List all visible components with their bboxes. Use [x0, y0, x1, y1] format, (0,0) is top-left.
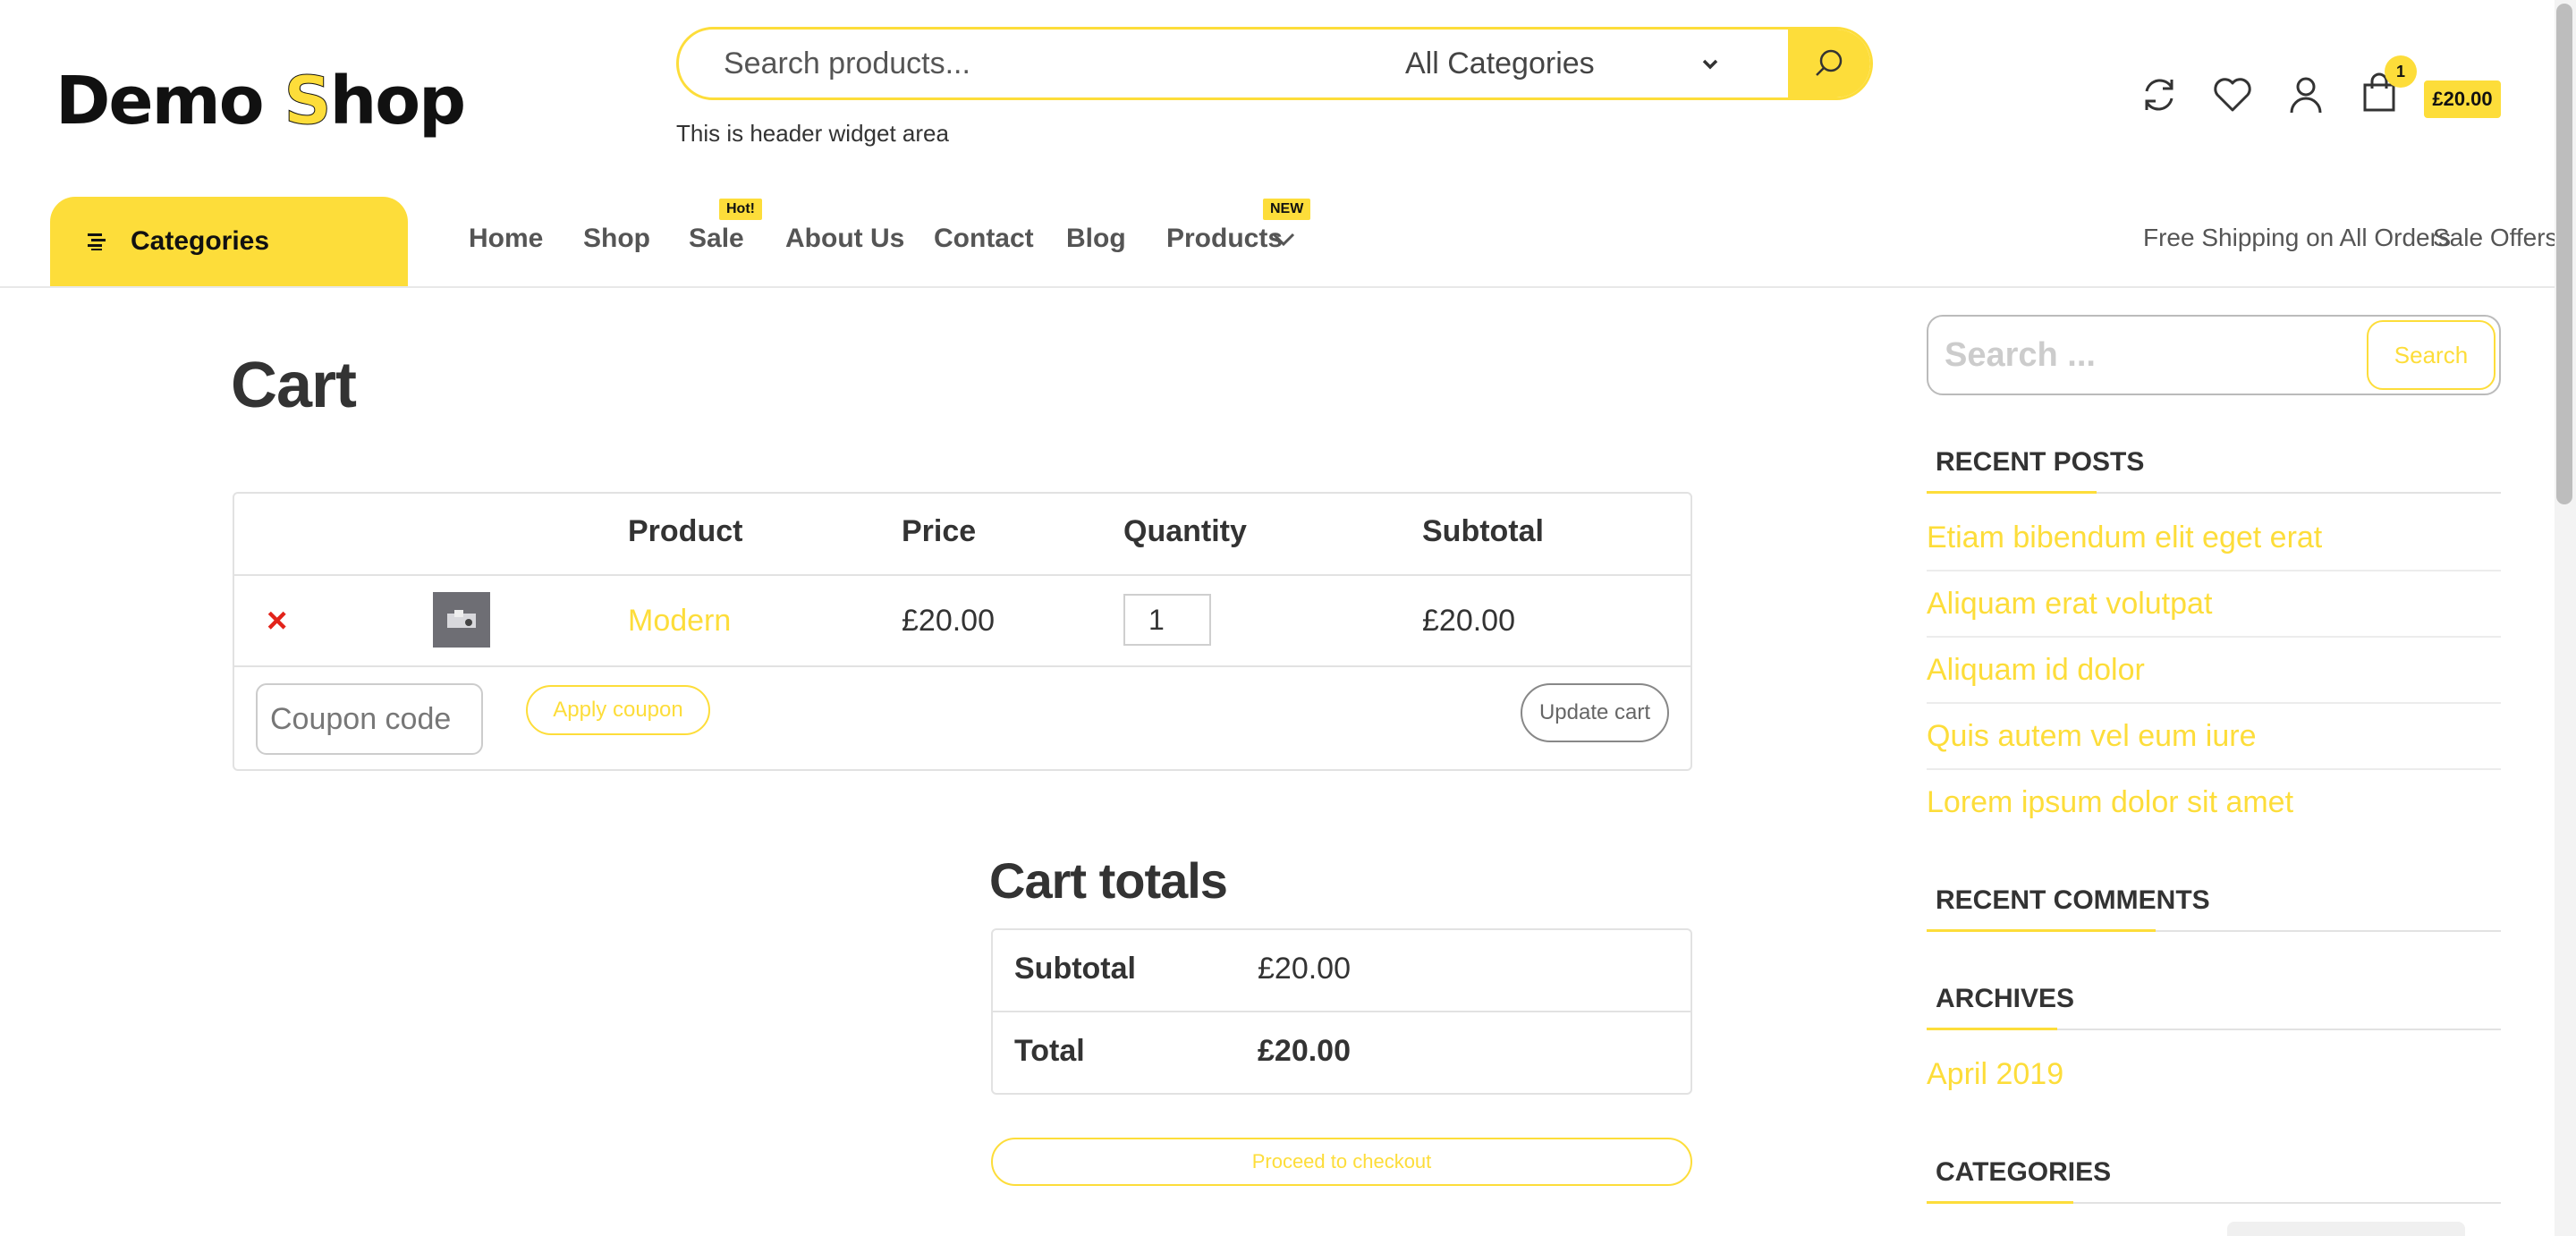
site-logo[interactable]: Demo Shop — [55, 61, 466, 141]
category-select[interactable]: All Categories — [1405, 47, 1745, 81]
remove-item-button[interactable]: × — [267, 601, 287, 641]
nav-shop[interactable]: Shop — [583, 224, 650, 254]
row-price: £20.00 — [902, 604, 995, 638]
logo-part-1: Demo — [55, 63, 284, 140]
category-select-value: All Categories — [1405, 46, 1595, 80]
categories-label: Categories — [131, 226, 270, 256]
hot-badge: Hot! — [719, 199, 762, 220]
th-product: Product — [628, 514, 743, 548]
product-search-input[interactable] — [722, 45, 1405, 82]
user-icon — [2290, 77, 2322, 114]
logo-part-3: hop — [329, 63, 466, 140]
nav-contact[interactable]: Contact — [934, 224, 1034, 254]
recent-post-link[interactable]: Quis autem vel eum iure — [1927, 719, 2257, 754]
recent-post-link[interactable]: Lorem ipsum dolor sit amet — [1927, 785, 2293, 820]
nav-blog[interactable]: Blog — [1066, 224, 1126, 254]
heart-icon — [2214, 78, 2251, 112]
apply-coupon-button[interactable]: Apply coupon — [526, 685, 710, 735]
row-subtotal: £20.00 — [1422, 604, 1515, 638]
nav-divider — [0, 286, 2555, 288]
archive-link[interactable]: April 2019 — [1927, 1057, 2063, 1092]
wishlist-button[interactable] — [2211, 73, 2254, 116]
subtotal-value: £20.00 — [1258, 952, 1351, 986]
compare-button[interactable] — [2138, 73, 2181, 116]
table-divider — [234, 574, 1690, 576]
categories-button[interactable]: Categories — [50, 197, 408, 286]
nav-products[interactable]: Products — [1166, 224, 1283, 254]
product-search-bar: All Categories — [676, 27, 1873, 100]
cart-totals-title: Cart totals — [989, 852, 1228, 909]
categories-dropdown[interactable] — [2227, 1222, 2465, 1236]
cart-total-badge[interactable]: £20.00 — [2424, 80, 2501, 118]
nav-sale[interactable]: Sale — [689, 224, 744, 254]
heading-accent — [1927, 929, 2156, 932]
th-subtotal: Subtotal — [1422, 514, 1544, 548]
nav-about-us[interactable]: About Us — [785, 224, 904, 254]
logo-part-2: S — [284, 63, 332, 140]
nav-home[interactable]: Home — [469, 224, 543, 254]
list-separator — [1927, 768, 2501, 770]
th-quantity: Quantity — [1123, 514, 1247, 548]
product-link[interactable]: Modern — [628, 604, 731, 639]
heading-accent — [1927, 1028, 2057, 1030]
archives-heading: ARCHIVES — [1936, 984, 2075, 1013]
cart-count-badge: 1 — [2385, 55, 2417, 88]
recent-comments-heading: RECENT COMMENTS — [1936, 885, 2210, 915]
proceed-to-checkout-button[interactable]: Proceed to checkout — [991, 1138, 1692, 1186]
new-badge: NEW — [1263, 199, 1311, 220]
list-separator — [1927, 570, 2501, 571]
free-shipping-link[interactable]: Free Shipping on All Orders — [2143, 224, 2451, 252]
heading-accent — [1927, 1201, 2073, 1204]
categories-heading: CATEGORIES — [1936, 1157, 2112, 1187]
sidebar-search-input[interactable]: Search ... — [1945, 336, 2096, 375]
quantity-input[interactable]: 1 — [1123, 594, 1211, 646]
coupon-code-input[interactable]: Coupon code — [256, 683, 483, 755]
sidebar-search-button[interactable]: Search — [2367, 320, 2496, 390]
refresh-icon — [2145, 79, 2174, 111]
page-title: Cart — [231, 350, 357, 421]
list-separator — [1927, 702, 2501, 704]
menu-icon — [86, 232, 107, 251]
recent-post-link[interactable]: Etiam bibendum elit eget erat — [1927, 521, 2322, 555]
product-thumbnail[interactable] — [433, 592, 490, 648]
recent-posts-heading: RECENT POSTS — [1936, 447, 2145, 477]
header-widget-text: This is header widget area — [676, 120, 949, 147]
heading-accent — [1927, 491, 2097, 494]
recent-post-link[interactable]: Aliquam id dolor — [1927, 653, 2145, 688]
sale-offers-link[interactable]: Sale Offers — [2433, 224, 2558, 252]
subtotal-label: Subtotal — [1014, 952, 1136, 986]
search-button[interactable] — [1788, 30, 1870, 97]
sidebar-search: Search ... Search — [1927, 315, 2501, 395]
products-chevron-icon[interactable] — [1270, 229, 1297, 253]
totals-divider — [993, 1011, 1690, 1012]
scrollbar-thumb[interactable] — [2556, 4, 2572, 504]
list-separator — [1927, 636, 2501, 638]
update-cart-button[interactable]: Update cart — [1521, 683, 1669, 742]
total-label: Total — [1014, 1034, 1085, 1068]
total-value: £20.00 — [1258, 1034, 1351, 1068]
recent-post-link[interactable]: Aliquam erat volutpat — [1927, 587, 2212, 622]
chevron-down-icon — [1702, 59, 1718, 70]
th-price: Price — [902, 514, 977, 548]
table-divider — [234, 665, 1690, 667]
account-button[interactable] — [2284, 73, 2327, 116]
search-icon — [1816, 49, 1843, 76]
